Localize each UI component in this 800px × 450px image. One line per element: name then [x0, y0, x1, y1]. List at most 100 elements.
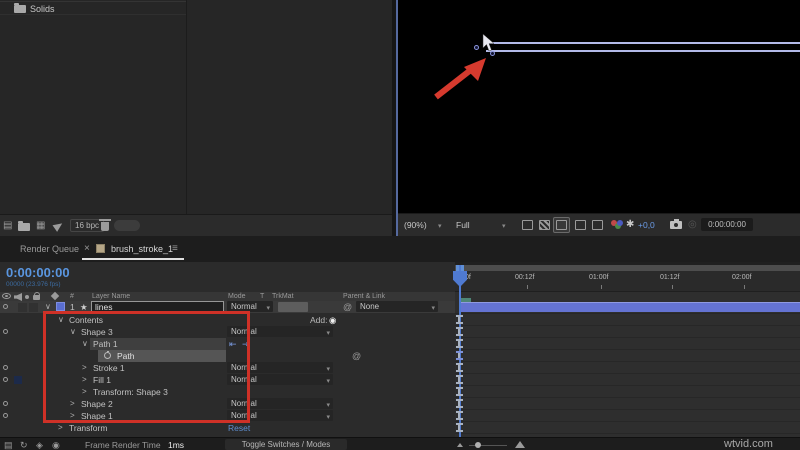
keyframe-marker-selected[interactable]: [456, 351, 463, 360]
reset-link[interactable]: Reset: [228, 422, 250, 434]
composition-view[interactable]: [398, 0, 800, 213]
transparency-grid-icon[interactable]: [539, 220, 550, 230]
fill-color-chip[interactable]: [14, 376, 22, 384]
panel-menu-icon[interactable]: ≡: [172, 243, 178, 254]
trkmat-cell[interactable]: [278, 302, 308, 312]
layer-row-lines[interactable]: ∨ 1 ★ lines Normal ▾ @ None ▾: [0, 301, 455, 313]
eye-icon[interactable]: [3, 365, 8, 370]
eye-icon[interactable]: [2, 293, 11, 299]
layer-color-swatch[interactable]: [56, 302, 65, 311]
switch-cell[interactable]: [18, 303, 27, 312]
chevron-down-icon[interactable]: ▾: [438, 222, 442, 230]
twirl-open-icon[interactable]: ∨: [82, 340, 88, 348]
property-row-shape1[interactable]: > Shape 1 Normal ▾: [0, 410, 455, 422]
twirl-open-icon[interactable]: ∨: [45, 303, 51, 311]
property-row-shape2[interactable]: > Shape 2 Normal ▾: [0, 398, 455, 410]
layer-name-input[interactable]: lines: [91, 301, 224, 313]
shape-stroke-line-bottom[interactable]: [486, 50, 800, 52]
property-row-contents[interactable]: ∨ Contents Add: ◉: [0, 314, 455, 326]
zoom-out-icon[interactable]: [457, 443, 463, 447]
current-timecode[interactable]: 0:00:00:00: [6, 265, 70, 280]
toggle-switches-modes-button[interactable]: Toggle Switches / Modes: [225, 439, 347, 450]
eye-icon[interactable]: [3, 329, 8, 334]
keyframe-interpolation-icon[interactable]: ⇤: [229, 340, 237, 349]
eye-icon[interactable]: [3, 413, 8, 418]
property-row-path[interactable]: Path @: [0, 350, 455, 362]
tab-comp[interactable]: brush_stroke_1: [111, 244, 173, 254]
blend-mode-dropdown[interactable]: Normal ▾: [227, 374, 333, 385]
property-row-transform-shape3[interactable]: > Transform: Shape 3: [0, 386, 455, 398]
trash-icon[interactable]: [99, 219, 111, 231]
keyframe-marker[interactable]: [456, 399, 463, 408]
resolution-dropdown[interactable]: Full: [456, 220, 470, 230]
keyframe-marker[interactable]: [456, 363, 463, 372]
keyframe-marker[interactable]: [456, 411, 463, 420]
new-composition-icon[interactable]: ▦: [36, 221, 45, 231]
keyframe-marker[interactable]: [456, 339, 463, 348]
keyframe-marker[interactable]: [456, 315, 463, 324]
track-area[interactable]: [455, 292, 800, 448]
blend-mode-dropdown[interactable]: Normal ▾: [227, 326, 333, 337]
twirl-closed-icon[interactable]: >: [82, 388, 87, 396]
twirl-closed-icon[interactable]: >: [70, 400, 75, 408]
project-item-solids[interactable]: Solids: [0, 1, 186, 15]
blend-mode-dropdown[interactable]: Normal ▾: [227, 301, 273, 312]
twirl-closed-icon[interactable]: >: [58, 424, 63, 432]
property-row-shape3[interactable]: ∨ Shape 3 Normal ▾: [0, 326, 455, 338]
path-anchor-point[interactable]: [474, 45, 479, 50]
zoom-slider-knob[interactable]: [475, 442, 481, 448]
flowchart-icon[interactable]: ◈: [36, 440, 43, 450]
close-icon[interactable]: ×: [84, 243, 90, 254]
keyframe-marker[interactable]: [456, 387, 463, 396]
exposure-icon[interactable]: ✱: [626, 220, 634, 230]
interpret-footage-icon[interactable]: ▤: [3, 221, 12, 231]
zoom-in-icon[interactable]: [515, 441, 525, 448]
tab-render-queue[interactable]: Render Queue: [20, 244, 79, 254]
user-icon[interactable]: ◉: [52, 440, 60, 450]
keyframe-marker[interactable]: [456, 423, 463, 432]
region-of-interest-icon[interactable]: [575, 220, 586, 230]
magnification-dropdown[interactable]: (90%): [404, 220, 427, 230]
property-row-path1[interactable]: ∨ Path 1 ⇤ ⇥: [0, 338, 455, 350]
layer-duration-bar[interactable]: [461, 302, 800, 312]
property-row-fill1[interactable]: > Fill 1 Normal ▾: [0, 374, 455, 386]
lock-icon[interactable]: [33, 292, 40, 300]
solo-icon[interactable]: [25, 295, 29, 299]
twirl-open-icon[interactable]: ∨: [58, 316, 64, 324]
new-folder-icon[interactable]: [18, 221, 30, 231]
speaker-icon[interactable]: [14, 293, 22, 301]
eye-icon[interactable]: [3, 401, 8, 406]
stopwatch-icon[interactable]: [104, 351, 111, 359]
refresh-icon[interactable]: ↻: [20, 440, 28, 450]
eye-icon[interactable]: [3, 304, 8, 309]
blend-mode-dropdown[interactable]: Normal ▾: [227, 398, 333, 409]
mask-visibility-button[interactable]: [553, 217, 570, 233]
keyframe-marker[interactable]: [456, 375, 463, 384]
add-icon[interactable]: ◉: [329, 314, 336, 326]
pickwhip-icon[interactable]: @: [352, 352, 361, 361]
twirl-closed-icon[interactable]: >: [70, 412, 75, 420]
eye-icon[interactable]: [3, 377, 8, 382]
keyframe-interpolation-icon[interactable]: ⇥: [242, 340, 250, 349]
channel-colors-icon[interactable]: [611, 220, 623, 230]
composition-layers-icon[interactable]: ▤: [4, 440, 13, 450]
switch-cell[interactable]: [29, 303, 38, 312]
snapshot-camera-icon[interactable]: [670, 219, 682, 229]
guides-icon[interactable]: [592, 220, 603, 230]
project-toolbar-pill[interactable]: [114, 220, 140, 231]
selection-tool-icon[interactable]: [522, 220, 533, 230]
property-row-transform[interactable]: > Transform Reset: [0, 422, 455, 434]
twirl-open-icon[interactable]: ∨: [70, 328, 76, 336]
parent-link-dropdown[interactable]: None ▾: [356, 301, 438, 312]
chevron-down-icon[interactable]: ▾: [502, 222, 506, 230]
show-snapshot-icon[interactable]: ◎: [688, 220, 697, 230]
keyframe-marker[interactable]: [456, 327, 463, 336]
pickwhip-icon[interactable]: @: [343, 303, 352, 312]
twirl-closed-icon[interactable]: >: [82, 364, 87, 372]
blend-mode-dropdown[interactable]: Normal ▾: [227, 410, 333, 421]
shape-stroke-line-top[interactable]: [486, 42, 800, 44]
time-ruler[interactable]: 0f 00:12f 01:00f 01:12f 02:00f: [455, 271, 800, 292]
twirl-closed-icon[interactable]: >: [82, 376, 87, 384]
render-icon[interactable]: [52, 220, 65, 232]
blend-mode-dropdown[interactable]: Normal ▾: [227, 362, 333, 373]
